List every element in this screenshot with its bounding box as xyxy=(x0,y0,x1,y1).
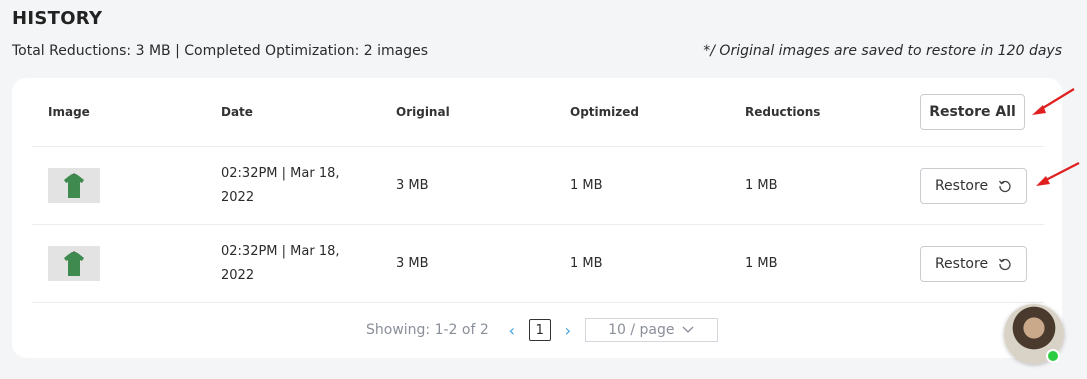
page-size-select[interactable]: 10 / page xyxy=(584,318,718,342)
action-cell: Restore xyxy=(920,147,1044,224)
original-size: 3 MB xyxy=(396,256,429,271)
reduction-size: 1 MB xyxy=(745,256,778,271)
restore-icon xyxy=(999,258,1011,270)
showing-count: Showing: 1-2 of 2 xyxy=(366,322,489,338)
image-cell xyxy=(48,225,198,302)
header-optimized: Optimized xyxy=(570,105,639,119)
restore-label: Restore xyxy=(934,177,989,194)
annotation-arrow-icon xyxy=(1032,88,1075,115)
chevron-down-icon xyxy=(683,326,694,333)
retention-note: */ Original images are saved to restore … xyxy=(703,43,1062,59)
summary-text: Total Reductions: 3 MB | Completed Optim… xyxy=(12,43,429,59)
restore-all-button[interactable]: Restore All xyxy=(920,94,1025,130)
chevron-left-icon[interactable]: ‹ xyxy=(503,321,521,340)
restore-icon xyxy=(999,180,1011,192)
action-cell: Restore xyxy=(920,225,1044,302)
shirt-icon xyxy=(64,172,84,198)
green-shirt-thumbnail[interactable] xyxy=(48,246,100,281)
date-line-2: 2022 xyxy=(221,189,255,205)
reduction-size: 1 MB xyxy=(745,178,778,193)
date-cell: 02:32PM | Mar 18, 2022 xyxy=(221,147,361,224)
annotation-arrow-icon xyxy=(1036,162,1080,186)
table-row: 02:32PM | Mar 18, 2022 3 MB 1 MB 1 MB Re… xyxy=(32,225,1044,303)
history-page: HISTORY Total Reductions: 3 MB | Complet… xyxy=(0,0,1087,379)
page-number-current[interactable]: 1 xyxy=(528,319,551,341)
restore-label: Restore xyxy=(934,255,989,272)
header-original: Original xyxy=(396,105,450,119)
optimized-size: 1 MB xyxy=(570,256,603,271)
restore-button[interactable]: Restore xyxy=(920,167,1027,204)
page-title: HISTORY xyxy=(12,8,103,29)
shirt-icon xyxy=(64,250,84,276)
date-line-2: 2022 xyxy=(221,267,255,283)
date-line-1: 02:32PM | Mar 18, xyxy=(221,243,340,259)
pagination: Showing: 1-2 of 2 ‹ 1 › 10 / page xyxy=(366,318,718,342)
date-line-1: 02:32PM | Mar 18, xyxy=(221,165,340,181)
green-shirt-thumbnail[interactable] xyxy=(48,168,100,203)
online-status-icon xyxy=(1046,349,1060,363)
restore-all-label: Restore All xyxy=(929,104,1016,120)
table-row: 02:32PM | Mar 18, 2022 3 MB 1 MB 1 MB Re… xyxy=(32,147,1044,225)
original-size: 3 MB xyxy=(396,178,429,193)
optimized-size: 1 MB xyxy=(570,178,603,193)
table-header: Image Date Original Optimized Reductions… xyxy=(32,78,1044,147)
history-table-card: Image Date Original Optimized Reductions… xyxy=(12,78,1062,358)
date-cell: 02:32PM | Mar 18, 2022 xyxy=(221,225,361,302)
image-cell xyxy=(48,147,198,224)
chevron-right-icon[interactable]: › xyxy=(559,321,577,340)
restore-button[interactable]: Restore xyxy=(920,245,1027,282)
header-reductions: Reductions xyxy=(745,105,821,119)
page-size-value: 10 / page xyxy=(608,322,675,338)
header-actions: Restore All xyxy=(920,78,1044,146)
header-date: Date xyxy=(221,105,253,119)
header-image: Image xyxy=(48,105,90,119)
